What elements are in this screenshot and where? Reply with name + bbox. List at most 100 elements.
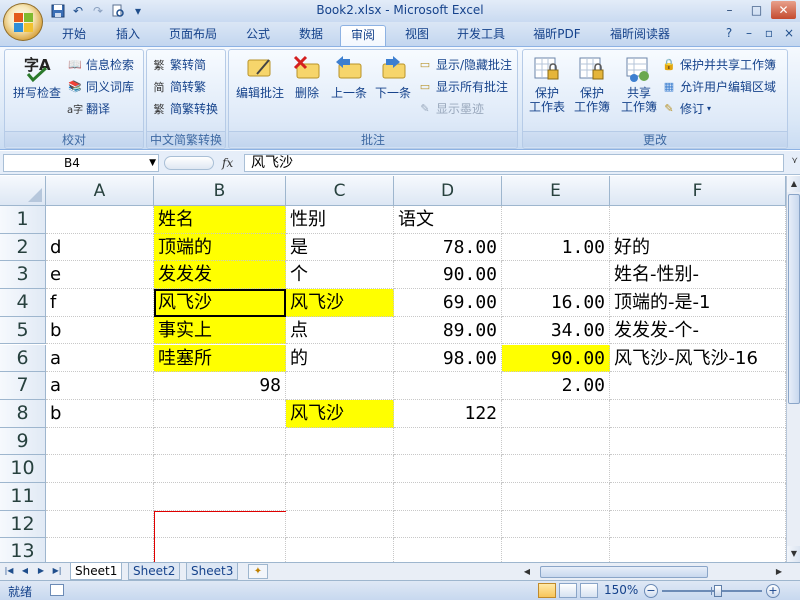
first-sheet-icon[interactable]: |◀ [2, 564, 16, 578]
cell-a12[interactable] [46, 510, 154, 539]
zoom-slider[interactable] [662, 590, 762, 592]
row-header-11[interactable]: 11 [0, 483, 46, 511]
column-header-d[interactable]: D [394, 176, 502, 206]
tab-foxit-reader[interactable]: 福昕阅读器 [600, 25, 680, 46]
row-header-9[interactable]: 9 [0, 427, 46, 456]
cell-c1[interactable]: 性别 [286, 206, 394, 234]
tab-foxit-pdf[interactable]: 福昕PDF [522, 25, 592, 46]
row-header-8[interactable]: 8 [0, 399, 46, 428]
cell-c7[interactable] [286, 372, 394, 400]
insert-function-button[interactable]: fx [222, 156, 233, 170]
cell-d7[interactable] [394, 372, 502, 400]
cell-a5[interactable]: b [46, 316, 154, 345]
cell-a13[interactable] [46, 538, 154, 562]
ribbon-restore-icon[interactable]: ▫ [762, 26, 776, 40]
cell-e1[interactable] [502, 206, 610, 234]
chinese-convert-button[interactable]: 繁 简繁转换 [151, 100, 219, 117]
normal-view-button[interactable] [538, 583, 556, 598]
cell-c2[interactable]: 是 [286, 233, 394, 262]
formula-input[interactable]: 风飞沙 [244, 154, 784, 172]
close-button[interactable]: ✕ [771, 1, 796, 19]
chevron-down-icon[interactable]: ▼ [149, 155, 156, 171]
row-header-2[interactable]: 2 [0, 233, 46, 262]
row-header-3[interactable]: 3 [0, 261, 46, 290]
formula-bar-resize-handle[interactable] [164, 156, 214, 170]
scroll-left-icon[interactable]: ◀ [520, 565, 534, 579]
name-box[interactable]: B4 ▼ [3, 154, 159, 172]
delete-comment-button[interactable]: 删除 [287, 54, 327, 100]
cell-b7[interactable]: 98 [154, 372, 286, 400]
minimize-button[interactable]: – [717, 1, 742, 19]
office-button[interactable] [3, 3, 43, 41]
cell-a3[interactable]: e [46, 261, 154, 290]
page-layout-view-button[interactable] [559, 583, 577, 598]
cell-b12[interactable] [154, 510, 286, 539]
cell-b13[interactable] [154, 538, 286, 562]
cell-d11[interactable] [394, 483, 502, 511]
protect-workbook-button[interactable]: 保护 工作簿 [569, 54, 615, 114]
scroll-down-icon[interactable]: ▼ [787, 546, 800, 562]
scroll-up-icon[interactable]: ▲ [787, 176, 800, 192]
trad-to-simp-button[interactable]: 繁 繁转简 [151, 56, 207, 73]
simp-to-trad-button[interactable]: 简 简转繁 [151, 78, 207, 95]
translate-button[interactable]: a字 翻译 [67, 100, 110, 117]
cell-f8[interactable] [610, 399, 786, 428]
cell-d8[interactable]: 122 [394, 399, 502, 428]
cell-d6[interactable]: 98.00 [394, 344, 502, 373]
select-all-button[interactable] [0, 176, 46, 206]
cell-c9[interactable] [286, 427, 394, 456]
sheet-tab-sheet1[interactable]: Sheet1 [70, 563, 123, 580]
cell-f11[interactable] [610, 483, 786, 511]
macro-record-icon[interactable] [50, 584, 64, 596]
cell-c10[interactable] [286, 455, 394, 483]
cell-b6[interactable]: 哇塞所 [154, 344, 286, 373]
cell-f10[interactable] [610, 455, 786, 483]
cell-d9[interactable] [394, 427, 502, 456]
cell-c13[interactable] [286, 538, 394, 562]
cell-a9[interactable] [46, 427, 154, 456]
cell-f6[interactable]: 风飞沙-风飞沙-16 [610, 344, 786, 373]
worksheet-grid[interactable]: A B C D E F 1 姓名 性别 语文 2 d 顶端的是 78.00 1.00 好的 3 e 发发发个 90.0… [0, 176, 786, 562]
sheet-tab-sheet3[interactable]: Sheet3 [186, 563, 239, 580]
tab-page-layout[interactable]: 页面布局 [160, 25, 226, 46]
cell-d3[interactable]: 90.00 [394, 261, 502, 290]
cell-a6[interactable]: a [46, 344, 154, 373]
show-ink-button[interactable]: ✎ 显示墨迹 [417, 100, 484, 117]
cell-f9[interactable] [610, 427, 786, 456]
cell-e3[interactable] [502, 261, 610, 290]
cell-c5[interactable]: 点 [286, 316, 394, 345]
row-header-7[interactable]: 7 [0, 372, 46, 400]
sheet-tab-sheet2[interactable]: Sheet2 [128, 563, 181, 580]
spell-check-button[interactable]: 字A 拼写检查 [9, 54, 65, 100]
cell-e12[interactable] [502, 510, 610, 539]
maximize-button[interactable]: □ [744, 1, 769, 19]
row-header-10[interactable]: 10 [0, 455, 46, 483]
horizontal-scrollbar[interactable]: ◀ ▶ [520, 565, 786, 579]
cell-c11[interactable] [286, 483, 394, 511]
cell-b9[interactable] [154, 427, 286, 456]
track-changes-button[interactable]: ✎ 修订 ▾ [661, 100, 711, 117]
next-sheet-icon[interactable]: ▶ [34, 564, 48, 578]
cell-b4[interactable]: 风飞沙 [154, 289, 286, 317]
prev-sheet-icon[interactable]: ◀ [18, 564, 32, 578]
cell-a7[interactable]: a [46, 372, 154, 400]
cell-e2[interactable]: 1.00 [502, 233, 610, 262]
cell-a2[interactable]: d [46, 233, 154, 262]
row-header-5[interactable]: 5 [0, 316, 46, 345]
allow-edit-ranges-button[interactable]: ▦ 允许用户编辑区域 [661, 78, 776, 95]
cell-f4[interactable]: 顶端的-是-1 [610, 289, 786, 317]
cell-f1[interactable] [610, 206, 786, 234]
ribbon-minimize-icon[interactable]: – [742, 26, 756, 40]
tab-formulas[interactable]: 公式 [236, 25, 280, 46]
cell-d13[interactable] [394, 538, 502, 562]
expand-formula-bar-icon[interactable]: ⋎ [791, 156, 798, 166]
cell-c12[interactable] [286, 510, 394, 539]
scroll-right-icon[interactable]: ▶ [772, 565, 786, 579]
horizontal-scroll-thumb[interactable] [540, 566, 708, 578]
column-header-f[interactable]: F [610, 176, 786, 206]
cell-f7[interactable] [610, 372, 786, 400]
last-sheet-icon[interactable]: ▶| [50, 564, 64, 578]
cell-a1[interactable] [46, 206, 154, 234]
cell-a4[interactable]: f [46, 289, 154, 317]
ribbon-close-icon[interactable]: × [782, 26, 796, 40]
